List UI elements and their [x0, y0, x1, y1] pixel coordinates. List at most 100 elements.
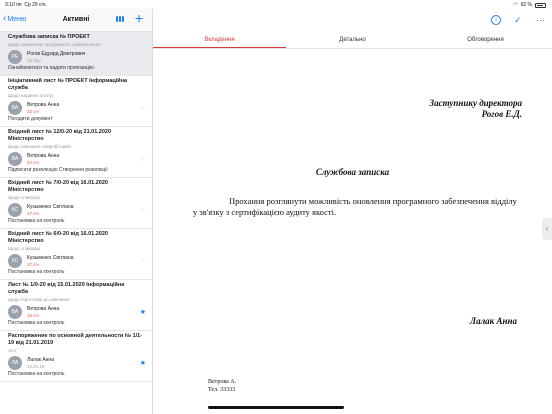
avatar: ВА	[8, 305, 22, 319]
item-date: 17 січ	[27, 210, 39, 216]
item-date: 22 січ	[27, 159, 39, 165]
star-icon[interactable]: ★	[140, 359, 146, 367]
executor-name: Ветрова А.	[208, 379, 237, 385]
star-icon[interactable]: ★	[140, 308, 146, 316]
item-author-row: ВА Ветрова Анна 22 січ ☆	[8, 101, 146, 115]
item-meta: Кузьменко Світлана 17 січ	[27, 204, 74, 217]
item-title: Вхідний лист № 12/0-20 від 21.01.2020 Мі…	[8, 129, 112, 142]
chevron-left-handle-icon[interactable]: ‹	[542, 218, 552, 240]
item-task: Погодити документ	[8, 116, 53, 122]
item-task: Постановка на контроль	[8, 320, 65, 326]
addressee-position: Заступнику директора	[429, 98, 522, 108]
item-task: Постановка на контроль	[8, 371, 65, 377]
info-icon[interactable]: i	[491, 15, 501, 25]
star-icon[interactable]: ☆	[140, 206, 146, 214]
item-title: Вхідний лист № 7/0-20 від 16.01.2020 Мін…	[8, 180, 108, 193]
detail-toolbar: i ✓ ⋯	[153, 9, 552, 31]
document-heading: Службова записка	[315, 167, 390, 177]
item-date: 12 бер	[27, 57, 41, 63]
executor-phone: Тел. 33333	[208, 387, 236, 393]
columns-icon[interactable]	[116, 16, 124, 22]
item-meta: Рогов Едуард Дмитрович 12 бер	[27, 51, 85, 64]
list-item[interactable]: Вхідний лист № 6/0-20 від 16.01.2020 Мін…	[0, 229, 152, 280]
avatar: РЕ	[8, 50, 22, 64]
addressee: Заступнику директора Рогов Е.Д.	[430, 98, 522, 120]
item-date: 17 січ	[27, 261, 39, 267]
star-icon[interactable]: ☆	[140, 104, 146, 112]
list-item[interactable]: Вхідний лист № 7/0-20 від 16.01.2020 Мін…	[0, 178, 152, 229]
avatar: ЛА	[8, 356, 22, 370]
checkmark-icon[interactable]: ✓	[514, 15, 522, 26]
list-item[interactable]: Ініціативний лист № ПРОЕКТ Інформаційна …	[0, 76, 152, 127]
item-task: Постановка на контроль	[8, 218, 65, 224]
item-author: Рогов Едуард Дмитрович	[27, 50, 86, 57]
avatar: ВА	[8, 152, 22, 166]
wifi-icon: ◠	[513, 2, 518, 8]
tab-details[interactable]: Детально	[286, 31, 419, 48]
status-time: 3:10 пп Ср 29 січ.	[5, 2, 47, 8]
item-meta: Ветрова Анна 16 січ	[27, 306, 59, 319]
document-viewer: Заступнику директора Рогов Е.Д. Службова…	[153, 49, 552, 414]
document-executor: Ветрова А. Тел. 33333	[208, 378, 236, 394]
list-item[interactable]: Распоряжение по основной деятельности № …	[0, 331, 152, 382]
item-date: 22 січ	[27, 108, 39, 114]
document-signer: Лалак Анна	[469, 316, 517, 326]
item-title: Лист № 1/0-20 від 15.01.2020 Інформаційн…	[8, 282, 125, 295]
tab-discussion[interactable]: Обговорення	[419, 31, 552, 48]
item-author: Ветрова Анна	[27, 152, 60, 159]
item-author: Кузьменко Світлана	[27, 254, 74, 261]
list-item[interactable]: Службова записка № ПРОЕКТ Щодо оновлення …	[0, 32, 152, 76]
item-author: Лалак Анна	[27, 356, 54, 363]
item-meta: Лалак Анна 22.01.19	[27, 357, 54, 370]
item-title: Вхідний лист № 6/0-20 від 16.01.2020 Мін…	[8, 231, 108, 244]
item-title: Распоряжение по основной деятельности № …	[8, 333, 143, 346]
item-title: Службова записка № ПРОЕКТ	[8, 34, 90, 40]
item-subtitle: Щодо оновлення програмного забезпечення	[8, 42, 101, 47]
item-date: 16 січ	[27, 312, 39, 318]
more-icon[interactable]: ⋯	[536, 15, 545, 26]
battery-icon	[535, 2, 546, 8]
star-icon[interactable]: ☆	[140, 257, 146, 265]
item-subtitle: тест	[8, 348, 17, 353]
item-subtitle: Щодо надання послуг	[8, 93, 54, 98]
avatar: КС	[8, 203, 22, 217]
battery-percent: 92 %	[520, 2, 532, 8]
item-author-row: ВА Ветрова Анна 16 січ ★	[8, 305, 146, 319]
status-bar: 3:10 пп Ср 29 січ. ◠ 92 %	[0, 0, 552, 9]
item-subtitle: Щодо підготовки до навчання	[8, 297, 70, 302]
item-author-row: КС Кузьменко Світлана 17 січ ☆	[8, 203, 146, 217]
item-meta: Ветрова Анна 22 січ	[27, 102, 59, 115]
list-item[interactable]: Лист № 1/0-20 від 15.01.2020 Інформаційн…	[0, 280, 152, 331]
item-task: Постановка на контроль	[8, 269, 65, 275]
item-author: Ветрова Анна	[27, 305, 60, 312]
item-author-row: КС Кузьменко Світлана 17 січ ☆	[8, 254, 146, 268]
item-author-row: ВА Ветрова Анна 22 січ ☆	[8, 152, 146, 166]
add-icon[interactable]: +	[135, 10, 143, 26]
item-subtitle: Щодо навчання співробітників	[8, 144, 71, 149]
star-icon[interactable]: ☆	[140, 155, 146, 163]
item-meta: Кузьменко Світлана 17 січ	[27, 255, 74, 268]
list-navbar: ‹ Меню Активні +	[0, 9, 152, 32]
item-task: Підписати резолюцію Створення резолюції	[8, 167, 108, 173]
detail-tabs: Вкладення Детально Обговорення	[153, 31, 552, 49]
item-date: 22.01.19	[27, 363, 45, 369]
tab-attachments[interactable]: Вкладення	[153, 31, 286, 48]
document-list-panel: ‹ Меню Активні + Службова записка № ПРОЕ…	[0, 9, 153, 414]
list-title: Активні	[62, 16, 90, 23]
item-author: Ветрова Анна	[27, 101, 60, 108]
item-author-row: ЛА Лалак Анна 22.01.19 ★	[8, 356, 146, 370]
document-body: Прохання розглянути можливість оновлення…	[193, 196, 517, 217]
item-subtitle: Щодо співпраці	[8, 195, 41, 200]
item-author-row: РЕ Рогов Едуард Дмитрович 12 бер	[8, 50, 144, 64]
list-item[interactable]: Вхідний лист № 12/0-20 від 21.01.2020 Мі…	[0, 127, 152, 178]
status-right: ◠ 92 %	[513, 2, 546, 8]
item-title: Ініціативний лист № ПРОЕКТ Інформаційна …	[8, 78, 128, 91]
item-task: Ознайомитися та надати пропозицію	[8, 65, 94, 71]
item-subtitle: Щодо співпраці	[8, 246, 41, 251]
document-list: Службова записка № ПРОЕКТ Щодо оновлення …	[0, 32, 152, 382]
item-author: Кузьменко Світлана	[27, 203, 74, 210]
home-indicator[interactable]	[208, 406, 344, 409]
addressee-name: Рогов Е.Д.	[481, 109, 522, 119]
avatar: КС	[8, 254, 22, 268]
item-meta: Ветрова Анна 22 січ	[27, 153, 59, 166]
